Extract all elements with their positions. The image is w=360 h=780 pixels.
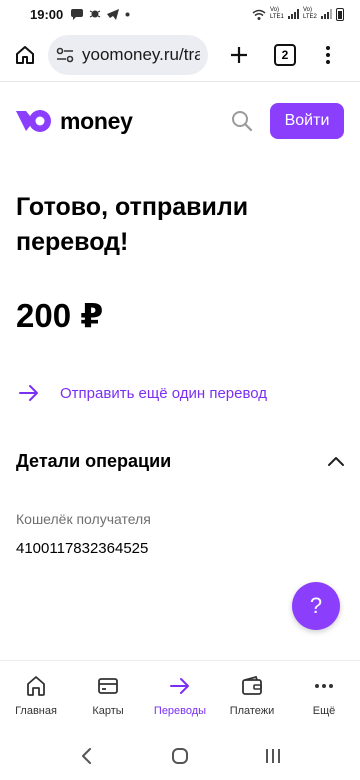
new-tab-button[interactable]: [224, 40, 254, 70]
home-icon: [16, 45, 34, 64]
back-icon: [81, 748, 91, 764]
recipient-wallet-number: 4100117832364525: [16, 540, 149, 557]
nav-label: Главная: [15, 705, 57, 717]
details-title: Детали операции: [16, 450, 172, 471]
status-time: 19:00: [30, 6, 64, 22]
browser-menu-button[interactable]: [318, 45, 338, 64]
system-navigation-bar: [0, 732, 360, 780]
plus-icon: [231, 46, 247, 63]
bottom-nav: Главная Карты Переводы Платежи Ещё: [0, 660, 360, 732]
status-right: Vo) LTE1 Vo) LTE2: [252, 7, 344, 21]
site-header: money Войти: [0, 82, 360, 160]
nav-label: Карты: [92, 705, 124, 717]
nav-item-transfers[interactable]: Переводы: [144, 661, 216, 732]
home-icon: [23, 673, 49, 699]
signal-1-icon: [288, 9, 299, 19]
telegram-icon: [107, 8, 120, 20]
transfer-amount: 200 ₽: [16, 297, 104, 334]
address-bar[interactable]: yoomoney.ru/tra: [48, 34, 208, 75]
nav-label: Ещё: [312, 705, 336, 717]
card-icon: [95, 673, 121, 699]
system-back-button[interactable]: [72, 741, 102, 771]
system-home-button[interactable]: [165, 741, 195, 771]
browser-toolbar: yoomoney.ru/tra 2: [0, 28, 360, 82]
nav-item-cards[interactable]: Карты: [72, 661, 144, 732]
status-bar: 19:00 Vo) LTE1 Vo) LTE2: [0, 0, 360, 28]
battery-icon: [336, 7, 344, 21]
home-button[interactable]: [10, 40, 40, 70]
wifi-icon: [252, 9, 266, 20]
arrow-right-icon: [167, 673, 193, 699]
carrier-2: Vo) LTE2: [303, 7, 317, 20]
nav-item-more[interactable]: Ещё: [288, 661, 360, 732]
help-button[interactable]: ?: [292, 582, 340, 630]
tab-switcher-button[interactable]: 2: [274, 43, 296, 66]
search-button[interactable]: [228, 107, 256, 135]
send-again-link[interactable]: Отправить ещё один перевод: [16, 380, 267, 406]
page-title: Готово, отправили перевод!: [16, 193, 249, 256]
system-recents-button[interactable]: [258, 741, 288, 771]
home-circle-icon: [171, 748, 188, 764]
nav-label: Переводы: [153, 705, 207, 717]
recents-icon: [266, 749, 281, 763]
yoomoney-logo-icon: [16, 110, 51, 132]
recipient-label: Кошелёк получателя: [16, 511, 151, 527]
wallet-icon: [239, 673, 265, 699]
chevron-up-icon[interactable]: [326, 451, 346, 471]
dot-icon: [125, 12, 130, 16]
logo[interactable]: money: [16, 108, 133, 135]
nav-item-payments[interactable]: Платежи: [216, 661, 288, 732]
message-icon: [71, 8, 84, 20]
details-accordion-header[interactable]: Детали операции: [16, 446, 346, 476]
bug-icon: [89, 10, 101, 18]
logo-text: money: [60, 107, 133, 134]
login-button[interactable]: Войти: [270, 103, 344, 139]
nav-label: Платежи: [229, 705, 275, 717]
search-icon: [232, 111, 253, 132]
arrow-right-icon: [16, 380, 42, 406]
notification-icons: [71, 8, 130, 20]
site-settings-icon[interactable]: [56, 46, 74, 64]
carrier-1: Vo) LTE1: [270, 7, 284, 20]
nav-item-home[interactable]: Главная: [0, 661, 72, 732]
more-icon: [311, 673, 337, 699]
url-text: yoomoney.ru/tra: [82, 44, 200, 64]
signal-2-icon: [321, 9, 332, 19]
send-again-label: Отправить ещё один перевод: [60, 384, 268, 402]
